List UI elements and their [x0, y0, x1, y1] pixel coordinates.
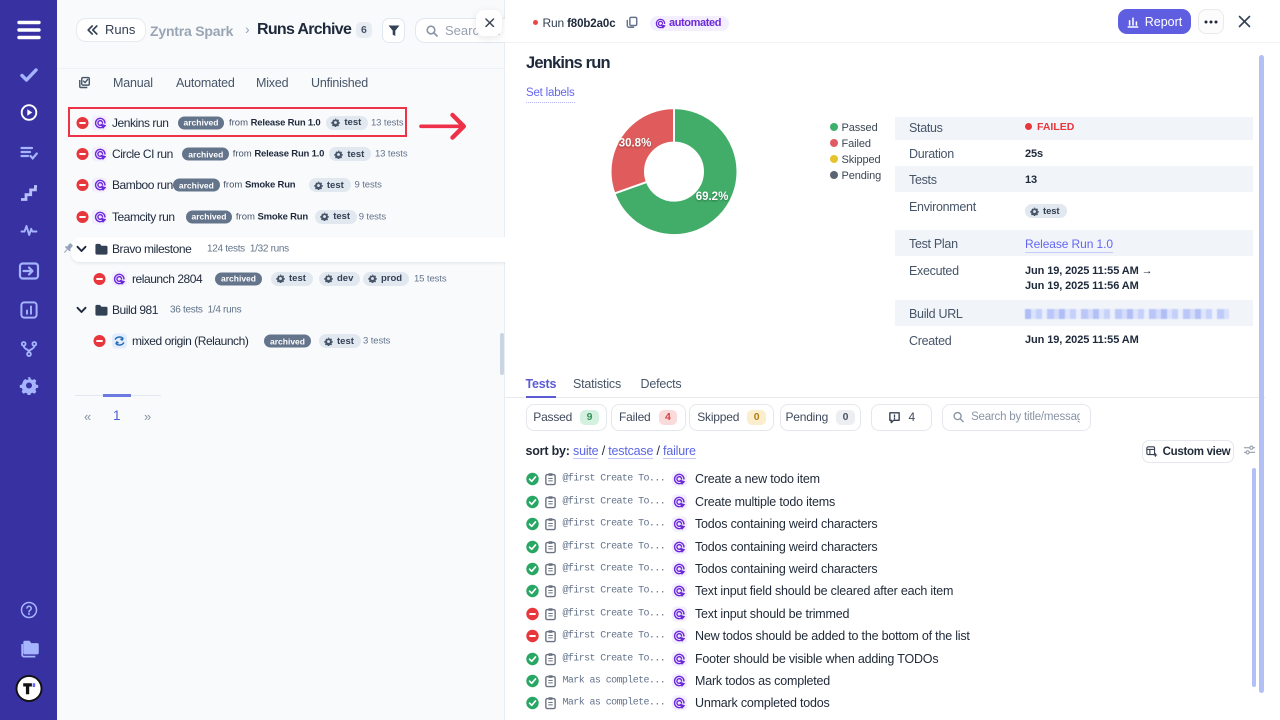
svg-text:69.2%: 69.2%: [696, 191, 729, 203]
svg-text:30.8%: 30.8%: [619, 138, 652, 150]
